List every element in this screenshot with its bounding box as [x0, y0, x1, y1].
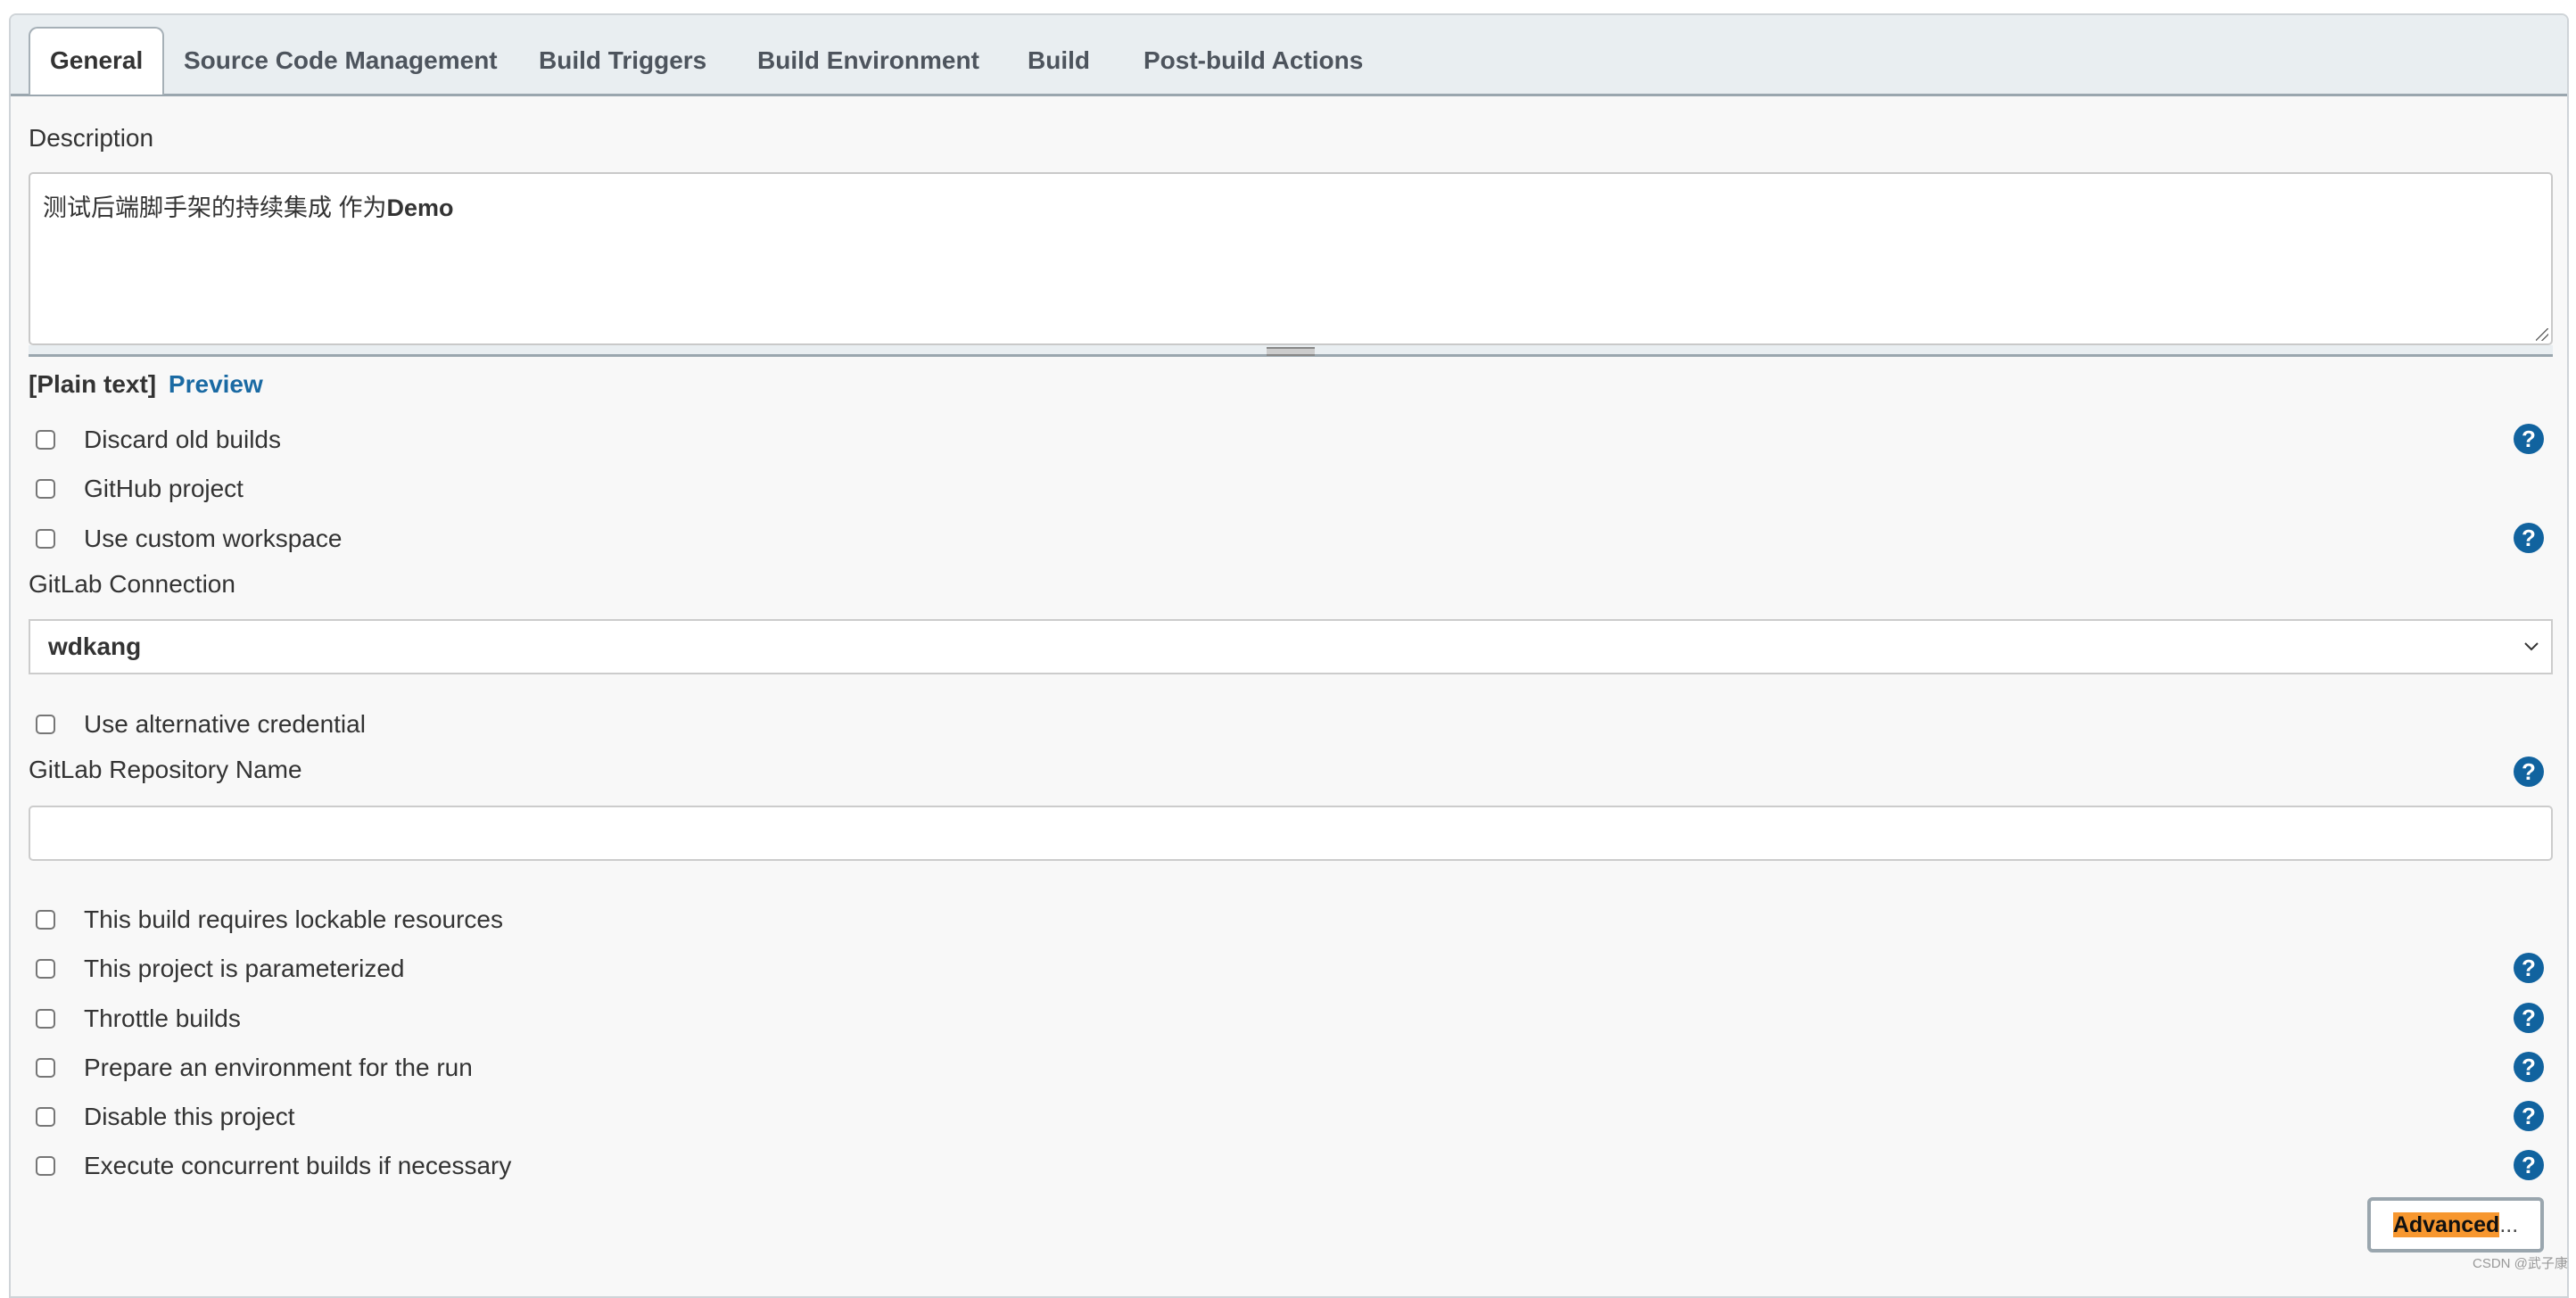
- option-label: Use custom workspace: [84, 525, 343, 552]
- description-text: 测试后端脚手架的持续集成 作为: [43, 194, 387, 221]
- help-icon[interactable]: ?: [2514, 756, 2544, 787]
- option-use-alternative-credential[interactable]: Use alternative credential: [36, 707, 366, 742]
- checkbox[interactable]: [36, 959, 55, 979]
- option-label: Disable this project: [84, 1103, 295, 1130]
- tab-general[interactable]: General: [29, 27, 165, 95]
- tab-build-environment[interactable]: Build Environment: [738, 28, 999, 94]
- tab-build-triggers[interactable]: Build Triggers: [519, 28, 726, 94]
- help-icon[interactable]: ?: [2514, 424, 2544, 454]
- watermark: CSDN @武子康: [2473, 1256, 2568, 1271]
- gitlab-repository-name-label: GitLab Repository Name: [29, 756, 302, 783]
- help-icon[interactable]: ?: [2514, 1052, 2544, 1082]
- checkbox[interactable]: [36, 1156, 55, 1176]
- option-label: GitHub project: [84, 475, 244, 502]
- option-github-project[interactable]: GitHub project: [36, 471, 244, 507]
- gitlab-connection-label: GitLab Connection: [29, 570, 235, 598]
- option-use-custom-workspace[interactable]: Use custom workspace: [36, 521, 342, 557]
- option-label: This project is parameterized: [84, 955, 405, 982]
- preview-link[interactable]: Preview: [169, 370, 263, 398]
- checkbox[interactable]: [36, 1009, 55, 1029]
- chevron-down-icon: [2524, 642, 2539, 651]
- option-discard-old-builds[interactable]: Discard old builds: [36, 422, 281, 458]
- grip-icon[interactable]: [1267, 347, 1315, 356]
- option-disable-project[interactable]: Disable this project: [36, 1099, 295, 1135]
- tab-source-code-management[interactable]: Source Code Management: [164, 28, 517, 94]
- advanced-button[interactable]: Advanced...: [2367, 1197, 2544, 1253]
- help-icon[interactable]: ?: [2514, 953, 2544, 983]
- checkbox[interactable]: [36, 1107, 55, 1127]
- tab-post-build-actions[interactable]: Post-build Actions: [1124, 28, 1383, 94]
- option-label: This build requires lockable resources: [84, 905, 503, 933]
- checkbox[interactable]: [36, 715, 55, 734]
- help-icon[interactable]: ?: [2514, 1003, 2544, 1033]
- option-label: Execute concurrent builds if necessary: [84, 1152, 512, 1179]
- help-icon[interactable]: ?: [2514, 1150, 2544, 1180]
- option-label: Use alternative credential: [84, 710, 366, 738]
- gitlab-repository-name-input[interactable]: [29, 806, 2553, 861]
- checkbox[interactable]: [36, 529, 55, 549]
- plain-text-label: [Plain text]: [29, 370, 157, 398]
- option-label: Prepare an environment for the run: [84, 1054, 473, 1081]
- checkbox[interactable]: [36, 910, 55, 930]
- help-icon[interactable]: ?: [2514, 523, 2544, 553]
- option-lockable-resources[interactable]: This build requires lockable resources: [36, 902, 503, 938]
- textarea-resize-bar[interactable]: [29, 345, 2553, 357]
- gitlab-connection-select[interactable]: wdkang: [29, 619, 2553, 674]
- resize-handle-icon[interactable]: [2536, 328, 2548, 341]
- description-textarea[interactable]: 测试后端脚手架的持续集成 作为Demo: [29, 172, 2553, 345]
- option-concurrent-builds[interactable]: Execute concurrent builds if necessary: [36, 1148, 511, 1184]
- description-label: Description: [29, 124, 154, 152]
- advanced-button-label: Advanced: [2392, 1212, 2500, 1237]
- markup-format-row: [Plain text] Preview: [29, 370, 263, 399]
- gitlab-connection-value: wdkang: [48, 632, 142, 660]
- option-prepare-environment[interactable]: Prepare an environment for the run: [36, 1050, 473, 1086]
- config-form-frame: General Source Code Management Build Tri…: [9, 13, 2569, 1298]
- option-parameterized[interactable]: This project is parameterized: [36, 951, 404, 987]
- checkbox[interactable]: [36, 479, 55, 499]
- tab-build[interactable]: Build: [1008, 28, 1110, 94]
- option-label: Throttle builds: [84, 1005, 241, 1032]
- checkbox[interactable]: [36, 1058, 55, 1078]
- option-throttle-builds[interactable]: Throttle builds: [36, 1001, 241, 1037]
- checkbox[interactable]: [36, 430, 55, 450]
- option-label: Discard old builds: [84, 426, 281, 453]
- help-icon[interactable]: ?: [2514, 1101, 2544, 1131]
- description-text-bold: Demo: [386, 194, 454, 221]
- advanced-button-ellipsis: ...: [2499, 1212, 2519, 1237]
- tab-bar: General Source Code Management Build Tri…: [11, 15, 2567, 96]
